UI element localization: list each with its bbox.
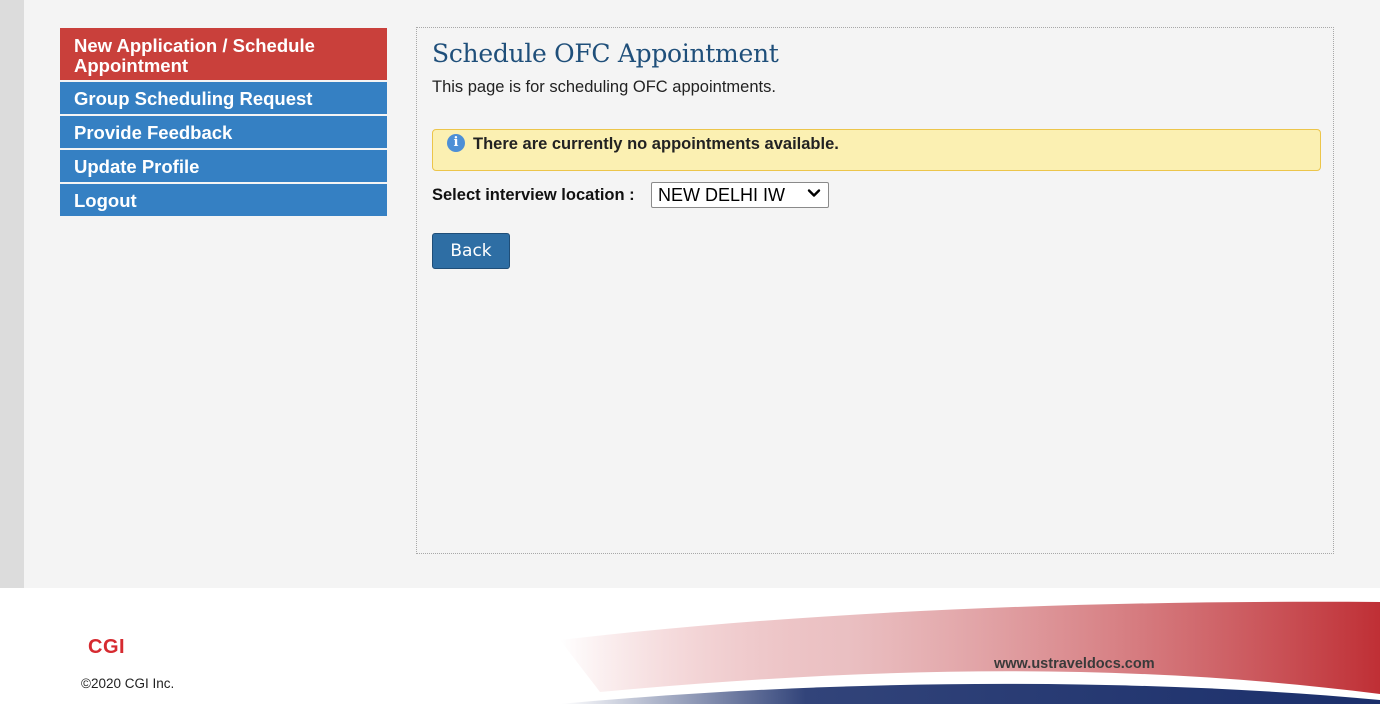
cgi-logo: CGI (88, 636, 126, 658)
footer-swoosh-graphic (560, 601, 1380, 704)
site-url: www.ustraveldocs.com (994, 656, 1155, 672)
alert-message: There are currently no appointments avai… (473, 135, 839, 153)
sidebar-item-update-profile[interactable]: Update Profile (60, 150, 387, 182)
sidebar-item-logout[interactable]: Logout (60, 184, 387, 216)
no-appointments-alert: i There are currently no appointments av… (432, 129, 1321, 171)
location-select[interactable]: NEW DELHI IW (651, 182, 829, 208)
copyright-text: ©2020 CGI Inc. (81, 676, 175, 691)
sidebar-item-feedback[interactable]: Provide Feedback (60, 116, 387, 148)
main-content-panel: Schedule OFC Appointment This page is fo… (416, 27, 1334, 554)
info-icon: i (447, 134, 465, 152)
sidebar-item-new-application[interactable]: New Application / Schedule Appointment (60, 28, 387, 80)
page-title: Schedule OFC Appointment (432, 39, 779, 68)
location-selected-value: NEW DELHI IW (658, 185, 786, 205)
left-margin-strip (0, 0, 24, 588)
location-label: Select interview location : (432, 186, 635, 204)
sidebar-item-group-scheduling[interactable]: Group Scheduling Request (60, 82, 387, 114)
page-description: This page is for scheduling OFC appointm… (432, 78, 776, 96)
chevron-down-icon (807, 189, 821, 197)
back-button[interactable]: Back (432, 233, 510, 269)
footer: CGI ©2020 CGI Inc. www.ustraveldocs.com (0, 588, 1380, 704)
sidebar-menu: New Application / Schedule Appointment G… (60, 28, 387, 218)
